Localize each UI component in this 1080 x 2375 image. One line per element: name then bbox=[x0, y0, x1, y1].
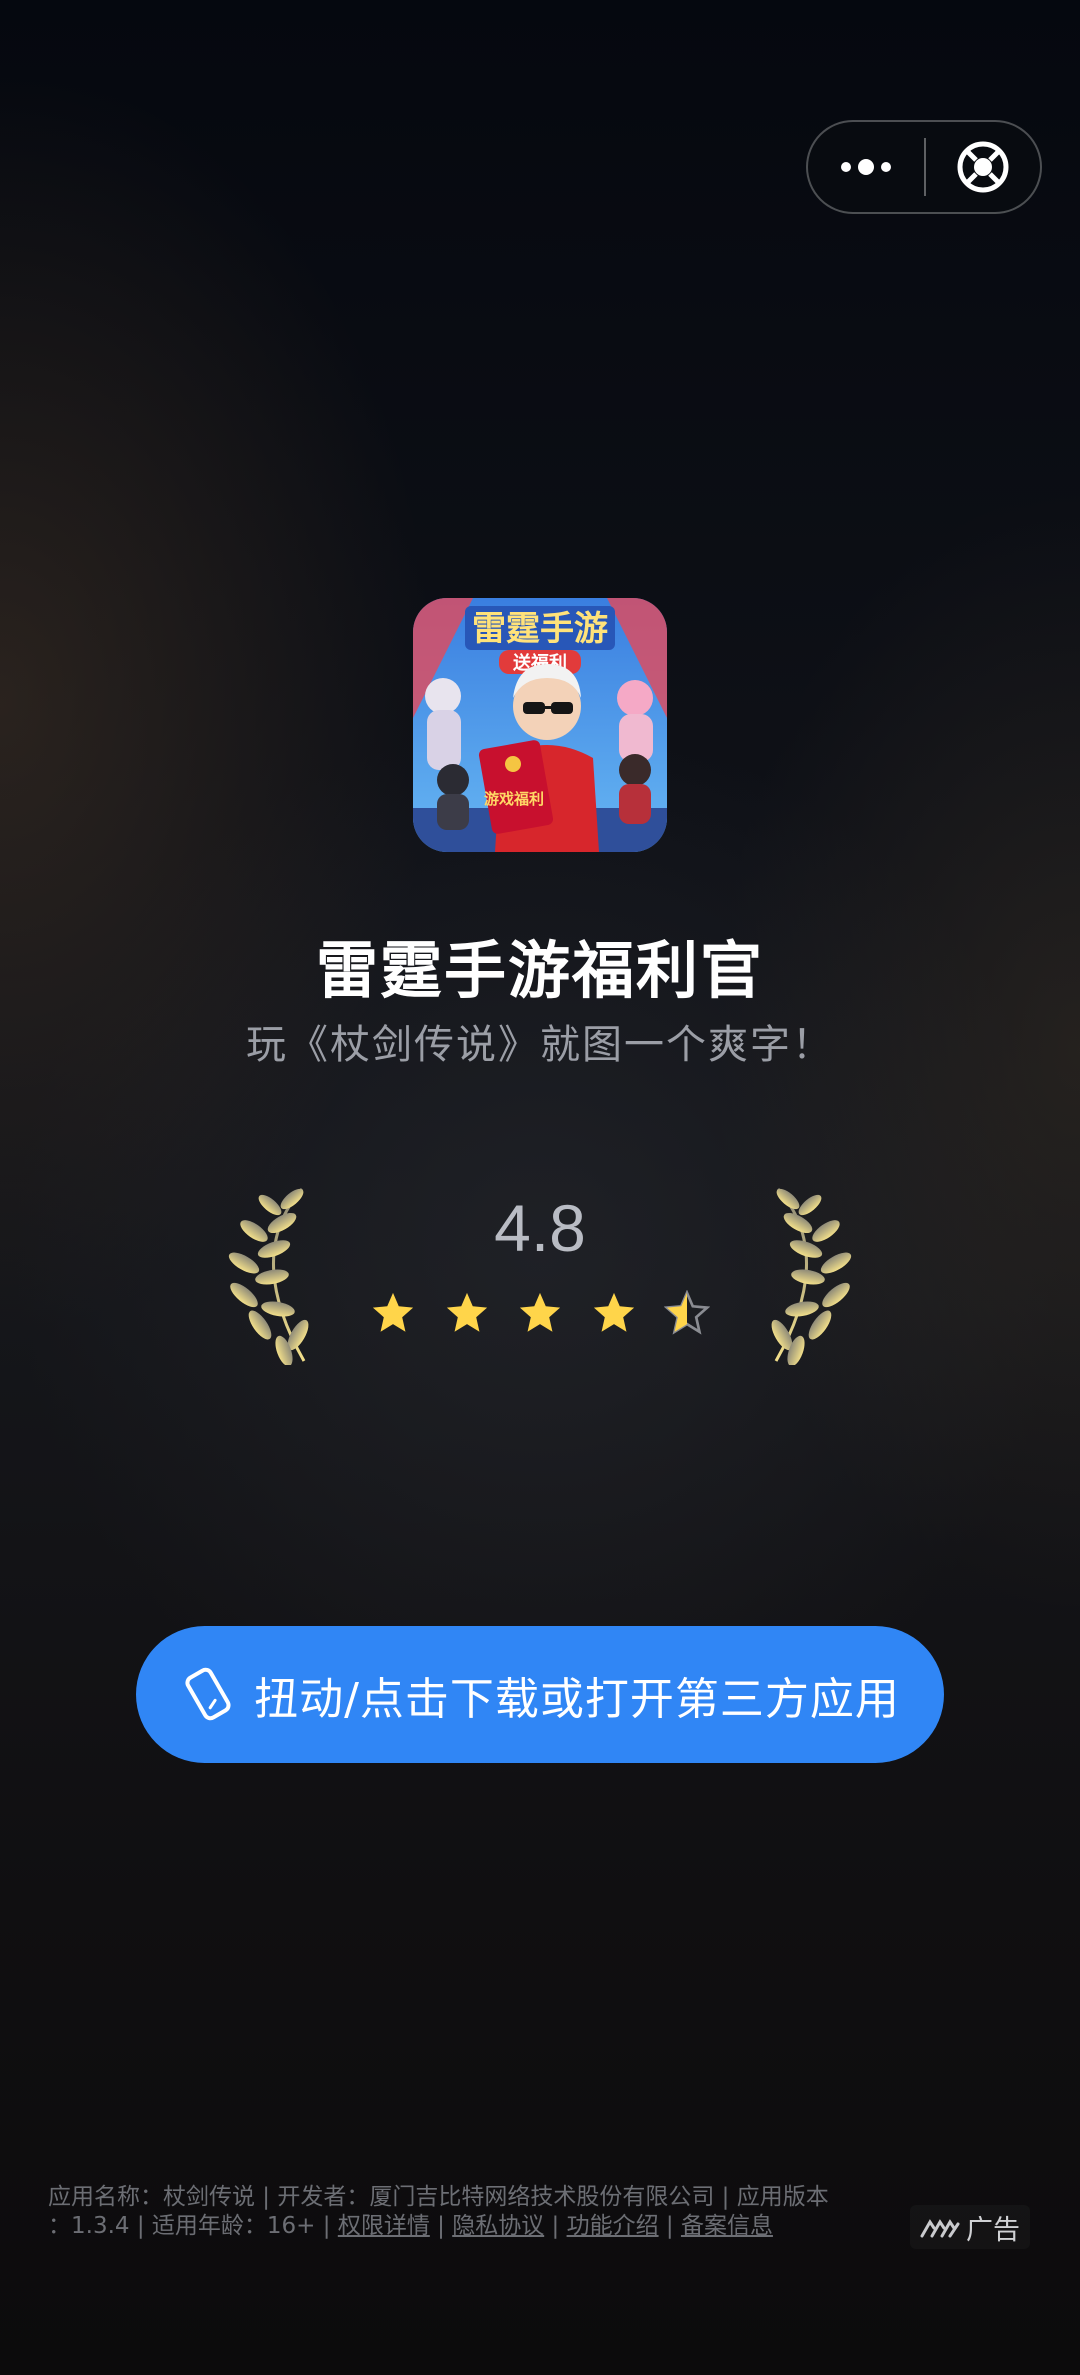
rating-value: 4.8 bbox=[494, 1191, 586, 1265]
star-half-icon bbox=[664, 1290, 710, 1335]
footer-sep: | bbox=[429, 2213, 453, 2239]
app-icon-title: 雷霆手游 bbox=[472, 609, 608, 649]
app-info-footer: 应用名称：杖剑传说 | 开发者：厦门吉比特网络技术股份有限公司 | 应用版本 ：… bbox=[48, 2183, 868, 2241]
target-close-icon bbox=[957, 141, 1009, 193]
footer-info-line1: 应用名称：杖剑传说 | 开发者：厦门吉比特网络技术股份有限公司 | 应用版本 bbox=[48, 2184, 829, 2210]
more-dots-icon bbox=[841, 159, 891, 175]
app-name: 雷霆手游福利官 bbox=[315, 934, 764, 1007]
rating-stars bbox=[370, 1283, 710, 1343]
mini-program-capsule bbox=[806, 120, 1042, 214]
star-full-icon bbox=[593, 1292, 634, 1332]
filing-link[interactable]: 备案信息 bbox=[681, 2213, 773, 2239]
ad-label: 广告 bbox=[966, 2214, 1020, 2246]
download-open-app-button[interactable]: 扭动/点击下载或打开第三方应用 bbox=[136, 1626, 944, 1763]
close-mini-program-button[interactable] bbox=[926, 122, 1040, 212]
cta-label: 扭动/点击下载或打开第三方应用 bbox=[254, 1673, 900, 1725]
footer-info-line2: ：1.3.4 | 适用年龄：16+ | 权限详情 | 隐私协议 | 功能介绍 |… bbox=[48, 2212, 868, 2241]
footer-version-age: ：1.3.4 | 适用年龄：16+ | bbox=[48, 2213, 338, 2239]
star-full-icon bbox=[446, 1292, 487, 1332]
ad-badge[interactable]: 广告 bbox=[910, 2205, 1030, 2249]
more-menu-button[interactable] bbox=[808, 122, 924, 212]
app-slogan: 玩《杖剑传说》就图一个爽字！ bbox=[246, 1022, 834, 1068]
privacy-link[interactable]: 隐私协议 bbox=[452, 2213, 544, 2239]
app-icon[interactable]: 雷霆手游 送福利 游戏福利 bbox=[413, 598, 667, 852]
star-full-icon bbox=[519, 1292, 561, 1332]
permissions-link[interactable]: 权限详情 bbox=[338, 2213, 430, 2239]
features-link[interactable]: 功能介绍 bbox=[567, 2213, 659, 2239]
ad-brand-icon bbox=[920, 2219, 960, 2238]
phone-tilt-icon bbox=[180, 1665, 236, 1725]
footer-sep: | bbox=[544, 2213, 567, 2239]
footer-sep: | bbox=[658, 2213, 681, 2239]
star-full-icon bbox=[372, 1292, 414, 1332]
app-icon-packet-text: 游戏福利 bbox=[484, 790, 544, 808]
